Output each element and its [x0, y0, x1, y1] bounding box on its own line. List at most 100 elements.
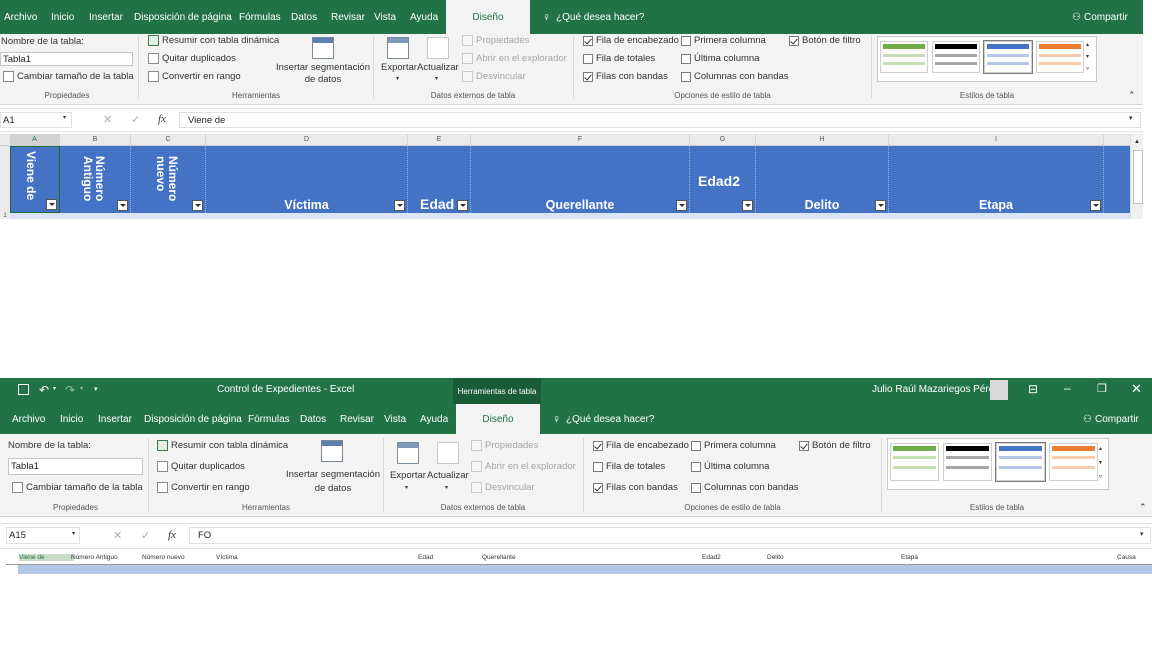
formula-expand-icon[interactable]: ▾ [1129, 114, 1133, 122]
tab-ayuda[interactable]: Ayuda [410, 0, 438, 34]
tab-formulas[interactable]: Fórmulas [248, 404, 290, 434]
tab-vista[interactable]: Vista [384, 404, 406, 434]
filter-dropdown-icon[interactable] [394, 200, 405, 211]
minimize-icon[interactable]: – [1064, 381, 1071, 395]
header-cell-numero-nuevo[interactable]: Número nuevo [142, 554, 185, 561]
tell-me-box[interactable]: ♀ ¿Qué desea hacer? [542, 0, 644, 34]
tab-vista[interactable]: Vista [374, 0, 396, 34]
filter-dropdown-icon[interactable] [46, 199, 57, 210]
tab-diseno[interactable]: Diseño [446, 0, 530, 34]
ribbon-display-icon[interactable]: ⊟ [1028, 382, 1038, 396]
table-name-input[interactable]: Tabla1 [0, 52, 133, 66]
gallery-scroll-icon[interactable]: ▴ ▾ ▿ [1099, 442, 1102, 484]
collapse-ribbon-icon[interactable]: ⌃ [1128, 90, 1136, 101]
header-cell-edad[interactable]: Edad [418, 554, 433, 561]
tab-datos[interactable]: Datos [291, 0, 317, 34]
filter-dropdown-icon[interactable] [742, 200, 753, 211]
header-cell-querellante[interactable]: Querellante [482, 554, 516, 561]
undo-icon[interactable]: ↶ [39, 383, 49, 397]
filter-dropdown-icon[interactable] [117, 200, 128, 211]
header-cell-querellante[interactable]: Querellante [471, 146, 690, 213]
tab-formulas[interactable]: Fórmulas [239, 0, 281, 34]
header-cell-delito[interactable]: Delito [767, 554, 784, 561]
total-row-checkbox[interactable]: Fila de totales [583, 53, 655, 64]
name-box-dropdown-icon[interactable]: ▾ [63, 114, 66, 121]
filter-dropdown-icon[interactable] [192, 200, 203, 211]
cancel-icon[interactable]: ✕ [113, 529, 122, 542]
tab-diseno[interactable]: Diseño [456, 404, 540, 434]
total-row-checkbox[interactable]: Fila de totales [593, 461, 665, 472]
banded-columns-checkbox[interactable]: Columnas con bandas [681, 71, 789, 82]
save-icon[interactable] [18, 384, 29, 395]
header-cell-numero-nuevo[interactable]: Número nuevo [131, 146, 206, 213]
convert-to-range-button[interactable]: Convertir en rango [157, 482, 250, 493]
remove-duplicates-button[interactable]: Quitar duplicados [157, 461, 245, 472]
filter-dropdown-icon[interactable] [875, 200, 886, 211]
header-row-checkbox[interactable]: Fila de encabezado [583, 35, 679, 46]
column-header-h[interactable]: H [756, 134, 889, 145]
column-header-f[interactable]: F [471, 134, 690, 145]
tab-datos[interactable]: Datos [300, 404, 326, 434]
avatar[interactable] [990, 380, 1008, 400]
tab-archivo[interactable]: Archivo [4, 0, 37, 34]
style-swatch-black[interactable] [943, 443, 992, 481]
tab-disposicion[interactable]: Disposición de página [144, 404, 242, 434]
refresh-button[interactable]: Actualizar [417, 62, 459, 73]
column-header-b[interactable]: B [60, 134, 131, 145]
pivot-summary-button[interactable]: Resumir con tabla dinámica [148, 35, 279, 46]
header-cell-edad2[interactable]: Edad2 [690, 146, 756, 213]
insert-slicer-button[interactable]: Insertar segmentación de datos [280, 468, 386, 496]
column-header-c[interactable]: C [131, 134, 206, 145]
tab-ayuda[interactable]: Ayuda [420, 404, 448, 434]
refresh-dropdown-icon[interactable]: ▾ [445, 484, 448, 491]
export-icon[interactable] [387, 37, 409, 59]
open-in-browser-button[interactable]: Abrir en el explorador [462, 53, 567, 64]
refresh-icon[interactable] [427, 37, 449, 59]
column-header-e[interactable]: E [408, 134, 471, 145]
tab-insertar[interactable]: Insertar [98, 404, 132, 434]
restore-icon[interactable]: ❐ [1097, 382, 1107, 395]
export-icon[interactable] [397, 442, 419, 464]
style-swatch-orange[interactable] [1049, 443, 1098, 481]
filter-button-checkbox[interactable]: Botón de filtro [789, 35, 861, 46]
filter-dropdown-icon[interactable] [1090, 200, 1101, 211]
row-number-1[interactable]: 1 [0, 146, 10, 219]
filter-button-checkbox[interactable]: Botón de filtro [799, 440, 871, 451]
pivot-summary-button[interactable]: Resumir con tabla dinámica [157, 440, 288, 451]
open-in-browser-button[interactable]: Abrir en el explorador [471, 461, 576, 472]
cancel-icon[interactable]: ✕ [103, 113, 112, 126]
banded-rows-checkbox[interactable]: Filas con bandas [583, 71, 668, 82]
header-cell-viene-de[interactable]: Viene de [19, 554, 74, 561]
header-cell-victima[interactable]: Víctima [206, 146, 408, 213]
header-cell-etapa[interactable]: Etapa [889, 146, 1104, 213]
tab-inicio[interactable]: Inicio [51, 0, 74, 34]
header-cell-victima[interactable]: Víctima [216, 554, 238, 561]
redo-dropdown-icon[interactable]: ▾ [80, 385, 83, 392]
confirm-icon[interactable]: ✓ [131, 113, 140, 126]
style-swatch-blue[interactable] [983, 40, 1033, 74]
convert-to-range-button[interactable]: Convertir en rango [148, 71, 241, 82]
tab-revisar[interactable]: Revisar [331, 0, 365, 34]
last-column-checkbox[interactable]: Última columna [691, 461, 769, 472]
remove-duplicates-button[interactable]: Quitar duplicados [148, 53, 236, 64]
share-button[interactable]: ⚇ Compartir [1072, 0, 1128, 34]
confirm-icon[interactable]: ✓ [141, 529, 150, 542]
slicer-icon[interactable] [312, 37, 334, 59]
redo-icon[interactable]: ↷ [65, 383, 75, 397]
last-column-checkbox[interactable]: Última columna [681, 53, 759, 64]
tab-archivo[interactable]: Archivo [12, 404, 45, 434]
column-header-d[interactable]: D [206, 134, 408, 145]
formula-input[interactable]: Viene de [179, 112, 1141, 128]
first-column-checkbox[interactable]: Primera columna [681, 35, 766, 46]
table-styles-gallery[interactable]: ▴ ▾ ▿ [887, 438, 1109, 490]
header-cell-numero-antiguo[interactable]: Número Antiguo [71, 554, 118, 561]
column-header-g[interactable]: G [690, 134, 756, 145]
vertical-scrollbar[interactable]: ▲ [1130, 134, 1143, 219]
header-cell-delito[interactable]: Delito [756, 146, 889, 213]
scroll-thumb[interactable] [1133, 150, 1143, 204]
close-icon[interactable]: ✕ [1131, 381, 1142, 397]
style-swatch-blue[interactable] [995, 442, 1046, 482]
column-header-a[interactable]: A [10, 134, 60, 145]
formula-input[interactable]: FO [189, 527, 1151, 544]
gallery-scroll-icon[interactable]: ▴ ▾ ▿ [1086, 39, 1089, 75]
